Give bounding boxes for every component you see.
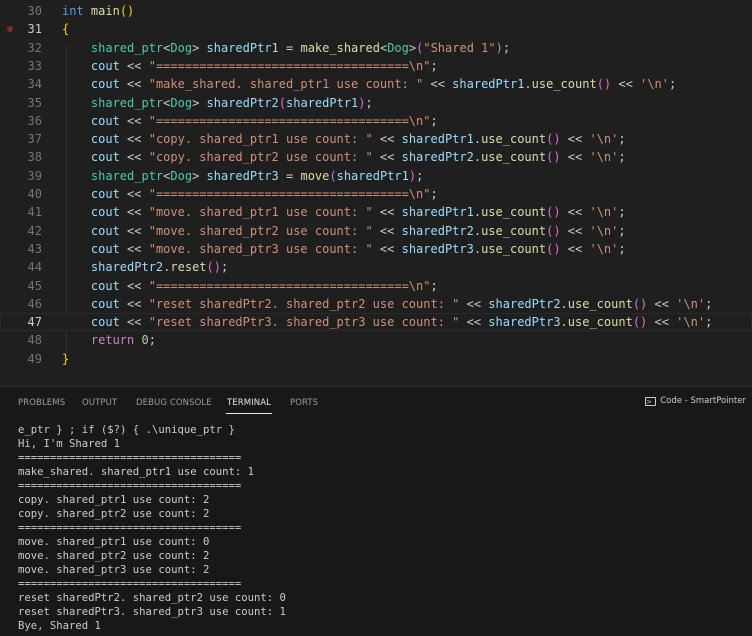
tab-problems[interactable]: PROBLEMS <box>18 398 65 408</box>
terminal-title: Code - SmartPointer <box>660 396 746 406</box>
code-text: cout << "copy. shared_ptr1 use count: " … <box>90 132 626 147</box>
code-text: return 0; <box>90 333 156 348</box>
terminal-selector[interactable]: >_ Code - SmartPointer <box>645 396 746 406</box>
terminal-line: e_ptr } ; if ($?) { .\unique_ptr } <box>18 424 235 436</box>
code-text: shared_ptr<Dog> sharedPtr3 = move(shared… <box>90 168 424 183</box>
line-number: 45 <box>27 278 42 293</box>
terminal-icon: >_ <box>645 396 657 406</box>
line-number: 36 <box>27 113 42 128</box>
code-text: sharedPtr2.reset(); <box>90 260 229 275</box>
code-text: cout << "===============================… <box>90 187 438 201</box>
code-text: { <box>62 22 70 37</box>
code-line[interactable]: 32 shared_ptr<Dog> sharedPtr1 = make_sha… <box>0 39 752 57</box>
tab-ports[interactable]: PORTS <box>290 398 318 408</box>
bottom-panel: PROBLEMS OUTPUT DEBUG CONSOLE TERMINAL P… <box>0 386 752 636</box>
code-text: cout << "copy. shared_ptr2 use count: " … <box>90 150 626 165</box>
code-text: shared_ptr<Dog> sharedPtr2(sharedPtr1); <box>90 95 373 110</box>
code-line[interactable]: 46 cout << "reset sharedPtr2. shared_ptr… <box>0 295 752 313</box>
terminal-line: copy. shared_ptr2 use count: 2 <box>18 508 210 520</box>
panel-tabs: PROBLEMS OUTPUT DEBUG CONSOLE TERMINAL P… <box>0 387 752 419</box>
line-number: 38 <box>27 150 42 165</box>
line-number: 35 <box>27 95 42 110</box>
terminal-line: Hi, I'm Shared 1 <box>18 438 121 450</box>
code-text: cout << "===============================… <box>90 113 438 128</box>
line-number: 37 <box>27 132 42 147</box>
code-text: shared_ptr<Dog> sharedPtr1 = make_shared… <box>90 40 511 55</box>
code-text: } <box>62 351 70 366</box>
tab-output[interactable]: OUTPUT <box>82 398 117 408</box>
code-line[interactable]: 41 cout << "move. shared_ptr1 use count:… <box>0 203 752 221</box>
line-number: 34 <box>27 77 42 92</box>
code-line[interactable]: 31 { <box>0 20 752 38</box>
code-line[interactable]: 34 cout << "make_shared. shared_ptr1 use… <box>0 75 752 93</box>
line-number: 41 <box>27 205 42 220</box>
terminal-line: =================================== <box>18 480 242 492</box>
line-number: 44 <box>27 260 42 275</box>
terminal-line: =================================== <box>18 452 242 464</box>
line-number: 31 <box>27 22 42 37</box>
line-number: 39 <box>27 168 42 183</box>
code-line[interactable]: 33 cout << "============================… <box>0 57 752 75</box>
line-number: 33 <box>27 58 42 73</box>
code-line[interactable]: 42 cout << "move. shared_ptr2 use count:… <box>0 222 752 240</box>
code-text: cout << "move. shared_ptr3 use count: " … <box>90 241 626 256</box>
code-line[interactable]: 48 return 0; <box>0 331 752 349</box>
terminal-line: =================================== <box>18 578 242 590</box>
active-tab-indicator <box>226 413 272 414</box>
code-editor[interactable]: 30 int main() 31 {32 shared_ptr<Dog> shared… <box>0 0 752 385</box>
terminal-line: =================================== <box>18 522 242 534</box>
tab-debug-console[interactable]: DEBUG CONSOLE <box>136 398 212 408</box>
terminal-line: reset sharedPtr2. shared_ptr2 use count:… <box>18 592 286 604</box>
terminal-line: reset sharedPtr3. shared_ptr3 use count:… <box>18 606 286 618</box>
line-number: 43 <box>27 241 42 256</box>
code-text: cout << "make_shared. shared_ptr1 use co… <box>90 77 677 92</box>
terminal-line: copy. shared_ptr1 use count: 2 <box>18 494 210 506</box>
code-line[interactable]: 49} <box>0 350 752 368</box>
code-text: cout << "reset sharedPtr3. shared_ptr3 u… <box>90 315 713 330</box>
terminal-line: Bye, Shared 1 <box>18 620 101 632</box>
line-number: 49 <box>27 351 42 366</box>
code-text: cout << "move. shared_ptr1 use count: " … <box>90 205 626 220</box>
terminal-line: move. shared_ptr1 use count: 0 <box>18 536 210 548</box>
line-number: 30 <box>27 4 42 18</box>
line-number: 47 <box>27 315 42 330</box>
code-line[interactable]: 38 cout << "copy. shared_ptr2 use count:… <box>0 148 752 166</box>
code-text: cout << "move. shared_ptr2 use count: " … <box>90 223 626 238</box>
line-number: 32 <box>27 40 42 55</box>
code-line[interactable]: 35 shared_ptr<Dog> sharedPtr2(sharedPtr1… <box>0 94 752 112</box>
line-number: 48 <box>27 333 42 348</box>
tab-terminal[interactable]: TERMINAL <box>227 398 271 408</box>
code-line[interactable]: 30 int main() <box>0 2 752 20</box>
code-line[interactable]: 36 cout << "============================… <box>0 112 752 130</box>
code-text: int main() <box>62 4 135 18</box>
line-number: 46 <box>27 296 42 311</box>
terminal-line: move. shared_ptr3 use count: 2 <box>18 564 210 576</box>
line-number: 40 <box>27 187 42 201</box>
code-line[interactable]: 45 cout << "============================… <box>0 277 752 295</box>
code-line[interactable]: 37 cout << "copy. shared_ptr1 use count:… <box>0 130 752 148</box>
code-line[interactable]: 39 shared_ptr<Dog> sharedPtr3 = move(sha… <box>0 167 752 185</box>
code-line[interactable]: 40 cout << "============================… <box>0 185 752 203</box>
code-line[interactable]: 43 cout << "move. shared_ptr3 use count:… <box>0 240 752 258</box>
terminal-line: make_shared. shared_ptr1 use count: 1 <box>18 466 254 478</box>
terminal-line: move. shared_ptr2 use count: 2 <box>18 550 210 562</box>
line-number: 42 <box>27 223 42 238</box>
code-line[interactable]: 44 sharedPtr2.reset(); <box>0 258 752 276</box>
code-text: cout << "===============================… <box>90 58 438 73</box>
code-text: cout << "reset sharedPtr2. shared_ptr2 u… <box>90 296 713 311</box>
code-text: cout << "===============================… <box>90 278 438 293</box>
code-line[interactable]: 47 cout << "reset sharedPtr3. shared_ptr… <box>0 313 752 332</box>
